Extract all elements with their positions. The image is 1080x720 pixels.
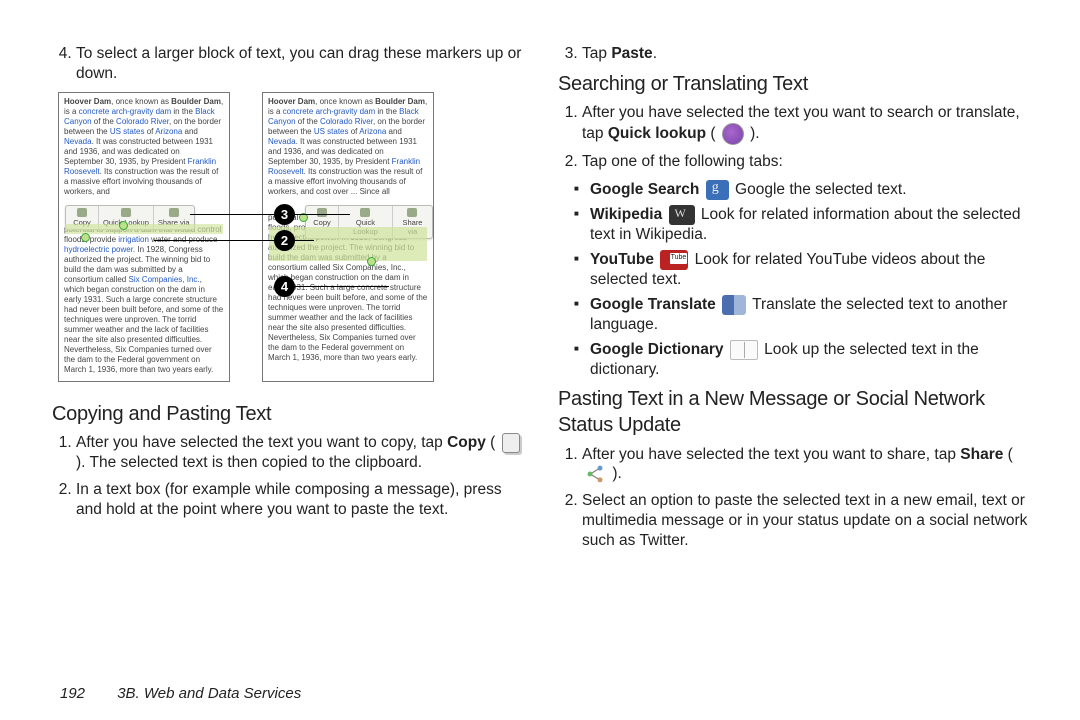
- lookup-tabs-list: Google Search Google the selected text. …: [558, 180, 1028, 379]
- paste-step-3: Tap Paste.: [582, 44, 1028, 64]
- step-4-text: To select a larger block of text, you ca…: [76, 45, 521, 82]
- paste-steps: Tap Paste.: [558, 44, 1028, 64]
- leader-line: [294, 286, 389, 287]
- tab-youtube: YouTube Look for related YouTube videos …: [582, 250, 1028, 290]
- wikipedia-icon: [669, 205, 695, 225]
- tab-wikipedia: Wikipedia Look for related information a…: [582, 205, 1028, 245]
- google-dictionary-icon: [730, 340, 758, 360]
- screenshot-1: Hoover Dam, once known as Boulder Dam, i…: [58, 92, 230, 382]
- share-icon: [584, 464, 606, 484]
- selection-marker-end-2: [367, 257, 376, 266]
- tab-google-translate: Google Translate Translate the selected …: [582, 295, 1028, 335]
- section-title: 3B. Web and Data Services: [117, 685, 301, 702]
- sample-text-top-2: Hoover Dam, once known as Boulder Dam, i…: [268, 97, 428, 197]
- search-step-1: After you have selected the text you wan…: [582, 103, 1028, 145]
- youtube-icon: [660, 250, 688, 270]
- heading-paste-share: Pasting Text in a New Message or Social …: [558, 387, 1028, 438]
- page-number: 192: [60, 685, 85, 702]
- copy-step-1: After you have selected the text you wan…: [76, 433, 522, 473]
- heading-copy-paste: Copying and Pasting Text: [52, 402, 522, 428]
- copy-step-2: In a text box (for example while composi…: [76, 480, 522, 520]
- sample-text-rest: potential to support a dam that would co…: [64, 225, 224, 375]
- callout-4: 4: [274, 276, 295, 297]
- leader-line: [190, 214, 274, 215]
- callout-2: 2: [274, 230, 295, 251]
- leader-line: [294, 214, 350, 215]
- share-step-1: After you have selected the text you wan…: [582, 445, 1028, 485]
- sample-text-top: Hoover Dam, once known as Boulder Dam, i…: [64, 97, 224, 197]
- google-search-icon: [706, 180, 729, 200]
- manual-page: To select a larger block of text, you ca…: [0, 0, 1080, 720]
- left-column: To select a larger block of text, you ca…: [40, 42, 540, 720]
- tab-google-dictionary: Google Dictionary Look up the selected t…: [582, 340, 1028, 380]
- leader-line: [154, 240, 274, 241]
- copy-icon: [502, 433, 520, 453]
- page-footer: 192 3B. Web and Data Services: [60, 685, 301, 702]
- leader-line: [294, 240, 314, 241]
- selection-marker-end: [81, 233, 90, 242]
- heading-search-translate: Searching or Translating Text: [558, 72, 1028, 98]
- share-step-2: Select an option to paste the selected t…: [582, 491, 1028, 550]
- google-translate-icon: [722, 295, 746, 315]
- tab-google-search: Google Search Google the selected text.: [582, 180, 1028, 200]
- search-steps: After you have selected the text you wan…: [558, 103, 1028, 172]
- search-step-2: Tap one of the following tabs:: [582, 152, 1028, 172]
- copy-paste-steps: After you have selected the text you wan…: [52, 433, 522, 519]
- step-4: To select a larger block of text, you ca…: [76, 44, 522, 84]
- screenshots-figure: Hoover Dam, once known as Boulder Dam, i…: [58, 92, 522, 382]
- callout-3: 3: [274, 204, 295, 225]
- share-steps: After you have selected the text you wan…: [558, 445, 1028, 551]
- drag-markers-step: To select a larger block of text, you ca…: [52, 44, 522, 84]
- right-column: Tap Paste. Searching or Translating Text…: [540, 42, 1040, 720]
- selection-marker-start: [119, 221, 128, 230]
- highlight-line: [65, 224, 223, 234]
- quick-lookup-icon: [722, 123, 744, 145]
